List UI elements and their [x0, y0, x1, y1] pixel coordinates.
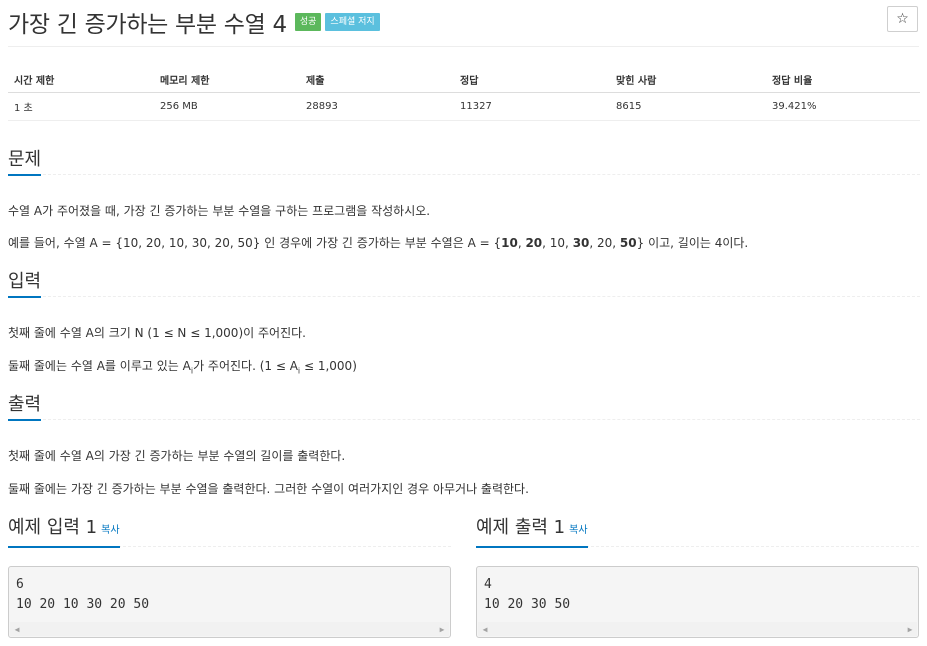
scroll-left-icon[interactable]: ◀ — [478, 622, 492, 636]
sample-output-box[interactable]: 4 10 20 30 50 ◀ ▶ — [476, 566, 919, 638]
header-time-limit: 시간 제한 — [8, 66, 154, 93]
sample-input-box[interactable]: 6 10 20 10 30 20 50 ◀ ▶ — [8, 566, 451, 638]
output-description-line2: 둘째 줄에는 가장 긴 증가하는 부분 수열을 출력한다. 그러한 수열이 여러… — [8, 482, 529, 496]
time-limit-value: 1 초 — [8, 92, 154, 121]
solvers-value[interactable]: 8615 — [610, 92, 766, 121]
sample-output-header: 예제 출력 1 복사 — [476, 518, 919, 548]
output-section-title: 출력 — [8, 395, 42, 421]
title-row: 가장 긴 증가하는 부분 수열 4 성공 스페셜 저지 — [8, 6, 380, 38]
sample-output-scrollbar[interactable]: ◀ ▶ — [478, 622, 917, 636]
star-icon: ☆ — [896, 11, 909, 27]
header-submissions: 제출 — [300, 66, 454, 93]
problem-section-title: 문제 — [8, 150, 42, 176]
copy-sample-output-button[interactable]: 복사 — [569, 525, 587, 536]
favorite-star-button[interactable]: ☆ — [887, 6, 918, 32]
header-accepted: 정답 — [454, 66, 610, 93]
submissions-value[interactable]: 28893 — [300, 92, 454, 121]
scroll-right-icon[interactable]: ▶ — [903, 622, 917, 636]
sample-output-line: 4 — [484, 577, 492, 592]
input-description-line2: 둘째 줄에는 수열 A를 이루고 있는 Ai가 주어진다. (1 ≤ Ai ≤ … — [8, 359, 357, 376]
sample-input-scrollbar[interactable]: ◀ ▶ — [10, 622, 449, 636]
input-description-line1: 첫째 줄에 수열 A의 크기 N (1 ≤ N ≤ 1,000)이 주어진다. — [8, 326, 306, 340]
output-section-header: 출력 — [8, 395, 920, 421]
sample-input-title: 예제 입력 1 복사 — [8, 518, 120, 548]
page-title: 가장 긴 증가하는 부분 수열 4 — [8, 12, 287, 38]
header-solvers: 맞힌 사람 — [610, 66, 766, 93]
memory-limit-value: 256 MB — [154, 92, 300, 121]
special-judge-badge[interactable]: 스페셜 저지 — [325, 13, 380, 31]
header-ratio: 정답 비율 — [766, 66, 920, 93]
scroll-left-icon[interactable]: ◀ — [10, 622, 24, 636]
scroll-right-icon[interactable]: ▶ — [435, 622, 449, 636]
sample-output-title: 예제 출력 1 복사 — [476, 518, 588, 548]
info-header-row: 시간 제한 메모리 제한 제출 정답 맞힌 사람 정답 비율 — [8, 66, 920, 93]
sample-input-line: 10 20 10 30 20 50 — [16, 597, 150, 612]
ratio-value: 39.421% — [766, 92, 920, 121]
problem-description-line2: 예를 들어, 수열 A = {10, 20, 10, 30, 20, 50} 인… — [8, 236, 749, 250]
problem-description-line1: 수열 A가 주어졌을 때, 가장 긴 증가하는 부분 수열을 구하는 프로그램을… — [8, 204, 431, 218]
input-section-header: 입력 — [8, 272, 920, 298]
input-section-title: 입력 — [8, 272, 42, 298]
info-value-row: 1 초 256 MB 28893 11327 8615 39.421% — [8, 92, 920, 121]
sample-output-line: 10 20 30 50 — [484, 597, 571, 612]
success-badge: 성공 — [294, 13, 322, 31]
title-divider — [8, 46, 919, 47]
problem-info-table: 시간 제한 메모리 제한 제출 정답 맞힌 사람 정답 비율 1 초 256 M… — [8, 66, 920, 121]
copy-sample-input-button[interactable]: 복사 — [101, 525, 119, 536]
output-description-line1: 첫째 줄에 수열 A의 가장 긴 증가하는 부분 수열의 길이를 출력한다. — [8, 449, 346, 463]
problem-section-header: 문제 — [8, 150, 920, 176]
header-memory-limit: 메모리 제한 — [154, 66, 300, 93]
accepted-value[interactable]: 11327 — [454, 92, 610, 121]
sample-input-line: 6 — [16, 577, 24, 592]
sample-input-header: 예제 입력 1 복사 — [8, 518, 451, 548]
